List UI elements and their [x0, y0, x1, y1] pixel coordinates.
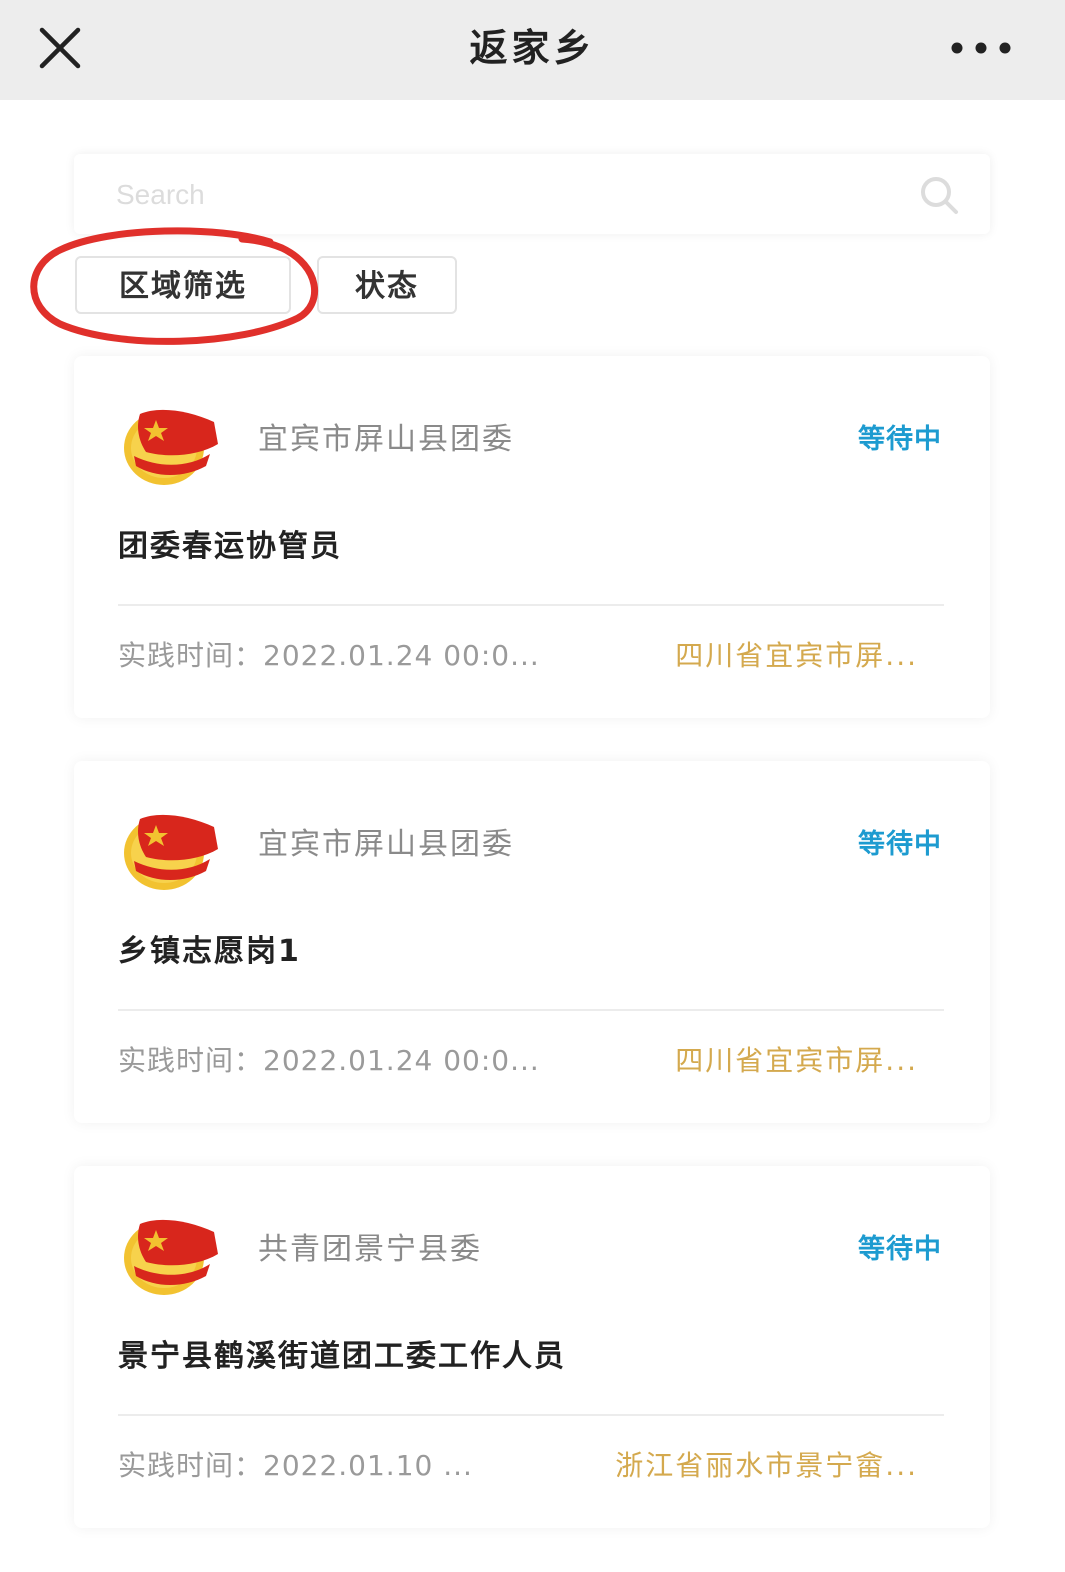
job-card[interactable]: 宜宾市屏山县团委 等待中 团委春运协管员 实践时间：2022.01.24 00:…: [74, 356, 990, 718]
top-bar: 返家乡: [0, 0, 1065, 100]
page: 返家乡 区域筛选 状态: [0, 0, 1065, 1572]
job-card[interactable]: 共青团景宁县委 等待中 景宁县鹤溪街道团工委工作人员 实践时间：2022.01.…: [74, 1166, 990, 1528]
job-title: 乡镇志愿岗1: [118, 934, 301, 969]
practice-time: 实践时间：2022.01.10 ...: [118, 1449, 473, 1482]
search-input[interactable]: [114, 164, 898, 226]
search-button[interactable]: [918, 174, 960, 216]
divider: [118, 1414, 944, 1416]
organization-name: 宜宾市屏山县团委: [258, 827, 514, 862]
organization-name: 宜宾市屏山县团委: [258, 422, 514, 457]
location: 四川省宜宾市屏...: [675, 639, 918, 672]
more-dots-icon: [951, 42, 1011, 54]
practice-time: 实践时间：2022.01.24 00:0...: [118, 1044, 540, 1077]
search-box: [74, 154, 990, 234]
status-badge: 等待中: [858, 1234, 942, 1265]
location: 浙江省丽水市景宁畲...: [615, 1449, 918, 1482]
youth-league-emblem-icon: [118, 805, 222, 891]
location: 四川省宜宾市屏...: [675, 1044, 918, 1077]
job-title: 景宁县鹤溪街道团工委工作人员: [118, 1339, 566, 1374]
divider: [118, 1009, 944, 1011]
divider: [118, 604, 944, 606]
job-card[interactable]: 宜宾市屏山县团委 等待中 乡镇志愿岗1 实践时间：2022.01.24 00:0…: [74, 761, 990, 1123]
more-button[interactable]: [949, 28, 1013, 68]
search-icon: [921, 177, 958, 214]
status-filter-button[interactable]: 状态: [317, 256, 457, 314]
practice-time: 实践时间：2022.01.24 00:0...: [118, 639, 540, 672]
organization-name: 共青团景宁县委: [258, 1232, 482, 1267]
region-filter-button[interactable]: 区域筛选: [75, 256, 291, 314]
youth-league-emblem-icon: [118, 1210, 222, 1296]
youth-league-emblem-icon: [118, 400, 222, 486]
page-title: 返家乡: [469, 26, 596, 70]
job-title: 团委春运协管员: [118, 529, 342, 564]
status-badge: 等待中: [858, 829, 942, 860]
status-badge: 等待中: [858, 424, 942, 455]
